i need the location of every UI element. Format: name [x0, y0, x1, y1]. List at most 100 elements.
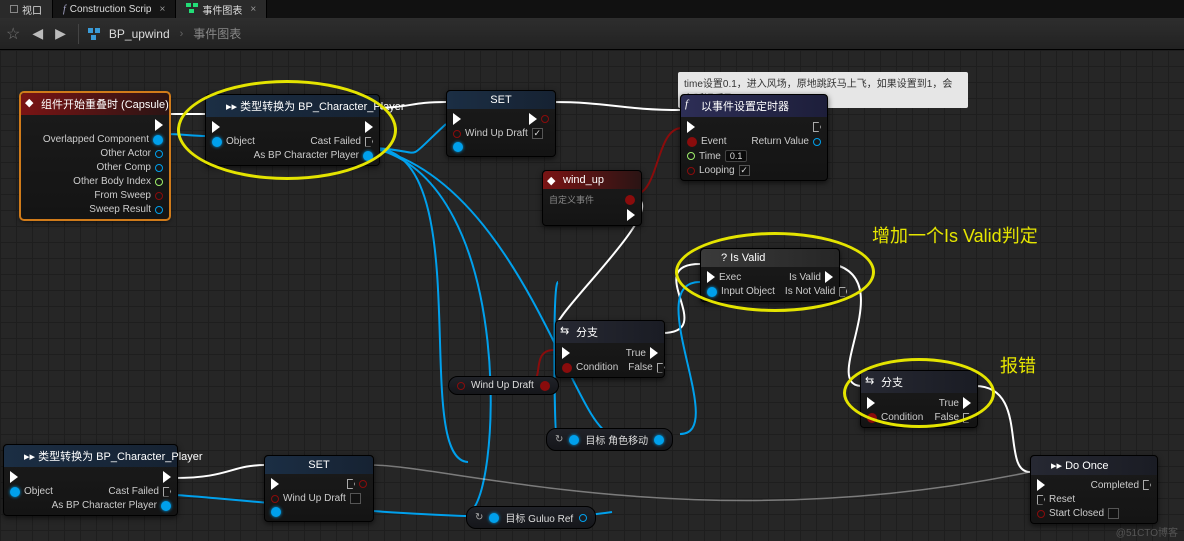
tab-eventgraph[interactable]: 事件图表 ×	[176, 0, 267, 18]
pin-label: True	[939, 398, 959, 409]
pin-label: Other Body Index	[73, 176, 151, 187]
var-guluo-ref[interactable]: ↻目标 Guluo Ref	[466, 506, 596, 529]
exec-out-pin[interactable]	[963, 397, 971, 409]
pin-label: Object	[226, 136, 255, 147]
bool-checkbox[interactable]: ✓	[532, 128, 543, 139]
object-pin[interactable]	[707, 287, 717, 297]
object-pin[interactable]	[155, 150, 163, 158]
object-out-pin[interactable]	[579, 514, 587, 522]
branch-icon: ⇆	[865, 374, 877, 386]
event-icon: ◆	[547, 174, 559, 186]
node-component-begin-overlap[interactable]: ◆组件开始重叠时 (Capsule) Overlapped Component …	[20, 92, 170, 220]
bool-pin[interactable]	[155, 192, 163, 200]
bool-out-pin[interactable]	[359, 480, 367, 488]
exec-out-pin[interactable]	[813, 122, 821, 132]
back-button[interactable]: ◀	[28, 25, 47, 42]
breadcrumb-bp[interactable]: BP_upwind	[109, 27, 170, 41]
tab-construction[interactable]: fConstruction Scrip×	[53, 0, 176, 18]
object-out-pin[interactable]	[654, 435, 664, 445]
exec-out-pin[interactable]	[627, 209, 635, 221]
exec-in-pin[interactable]	[1037, 479, 1045, 491]
exec-out-pin[interactable]	[839, 287, 847, 297]
bool-pin[interactable]	[1037, 510, 1045, 518]
close-icon[interactable]: ×	[250, 4, 256, 15]
exec-out-pin[interactable]	[365, 137, 373, 147]
delegate-pin[interactable]	[625, 195, 635, 205]
object-pin[interactable]	[155, 164, 163, 172]
exec-out-pin[interactable]	[650, 347, 658, 359]
bool-pin[interactable]	[867, 413, 877, 423]
node-cast-to-player[interactable]: ▸▸ 类型转换为 BP_Character_Player ObjectCast …	[205, 94, 380, 166]
target-pin[interactable]	[271, 507, 281, 517]
pin-label: Cast Failed	[310, 136, 361, 147]
object-pin[interactable]	[363, 151, 373, 161]
bool-pin[interactable]	[562, 363, 572, 373]
exec-in-pin[interactable]	[271, 478, 279, 490]
exec-out-pin[interactable]	[155, 119, 163, 131]
breadcrumb-graph[interactable]: 事件图表	[193, 25, 241, 42]
bool-out-pin[interactable]	[540, 381, 550, 391]
int-pin[interactable]	[155, 178, 163, 186]
node-is-valid[interactable]: ? Is Valid ExecIs Valid Input ObjectIs N…	[700, 248, 840, 302]
favorite-icon[interactable]: ☆	[6, 24, 20, 44]
bool-pin[interactable]	[457, 382, 465, 390]
node-branch-2[interactable]: ⇆分支 True ConditionFalse	[860, 370, 978, 428]
exec-in-pin[interactable]	[562, 347, 570, 359]
exec-out-pin[interactable]	[825, 271, 833, 283]
breadcrumb-sep: ›	[178, 28, 186, 40]
var-wind-up-draft[interactable]: Wind Up Draft	[448, 376, 559, 395]
var-character-movement[interactable]: ↻ 目标 角色移动	[546, 428, 673, 451]
bool-checkbox[interactable]	[1108, 508, 1119, 519]
target-pin[interactable]	[453, 142, 463, 152]
var-label: 目标 角色移动	[585, 432, 648, 447]
bool-pin[interactable]	[453, 130, 461, 138]
object-pin[interactable]	[161, 501, 171, 511]
forward-button[interactable]: ▶	[51, 25, 70, 42]
exec-out-pin[interactable]	[347, 479, 355, 489]
bool-pin[interactable]	[687, 167, 695, 175]
question-icon	[705, 252, 717, 264]
exec-out-pin[interactable]	[163, 487, 171, 497]
node-windup-event[interactable]: ◆wind_up 自定义事件	[542, 170, 642, 226]
exec-in-pin[interactable]	[707, 271, 715, 283]
node-do-once[interactable]: ▸▸ Do Once Completed Reset Start Closed	[1030, 455, 1158, 524]
float-pin[interactable]	[687, 152, 695, 160]
exec-out-pin[interactable]	[1143, 480, 1151, 490]
delegate-pin[interactable]	[687, 137, 697, 147]
exec-in-pin[interactable]	[212, 121, 220, 133]
node-set-windupdraft[interactable]: SET Wind Up Draft✓	[446, 90, 556, 157]
node-cast-to-player-2[interactable]: ▸▸ 类型转换为 BP_Character_Player ObjectCast …	[3, 444, 178, 516]
bool-out-pin[interactable]	[541, 115, 549, 123]
exec-in-pin[interactable]	[687, 121, 695, 133]
object-pin[interactable]	[569, 435, 579, 445]
pin-label: Is Valid	[789, 272, 821, 283]
bool-pin[interactable]	[271, 495, 279, 503]
node-set-timer-by-event[interactable]: f以事件设置定时器 EventReturn Value Time0.1 Loop…	[680, 94, 828, 181]
object-pin[interactable]	[212, 137, 222, 147]
exec-in-pin[interactable]	[867, 397, 875, 409]
object-pin[interactable]	[153, 135, 163, 145]
object-pin[interactable]	[489, 513, 499, 523]
struct-pin[interactable]	[155, 206, 163, 214]
float-input[interactable]: 0.1	[725, 150, 748, 162]
pin-label: From Sweep	[94, 190, 151, 201]
struct-pin[interactable]	[813, 138, 821, 146]
exec-in-pin[interactable]	[453, 113, 461, 125]
exec-out-pin[interactable]	[963, 413, 971, 423]
reload-icon: ↻	[555, 434, 563, 445]
exec-out-pin[interactable]	[365, 121, 373, 133]
tab-label: 事件图表	[202, 2, 242, 17]
close-icon[interactable]: ×	[159, 4, 165, 15]
exec-out-pin[interactable]	[657, 363, 665, 373]
exec-in-pin[interactable]	[10, 471, 18, 483]
node-branch[interactable]: ⇆分支 True ConditionFalse	[555, 320, 665, 378]
tab-viewport[interactable]: 视口	[0, 0, 53, 18]
node-title: ▸▸ Do Once	[1051, 460, 1109, 472]
exec-out-pin[interactable]	[163, 471, 171, 483]
node-set-windupdraft-2[interactable]: SET Wind Up Draft	[264, 455, 374, 522]
object-pin[interactable]	[10, 487, 20, 497]
exec-out-pin[interactable]	[529, 113, 537, 125]
bool-checkbox[interactable]	[350, 493, 361, 504]
bool-checkbox[interactable]: ✓	[739, 165, 750, 176]
exec-in-pin[interactable]	[1037, 495, 1045, 505]
